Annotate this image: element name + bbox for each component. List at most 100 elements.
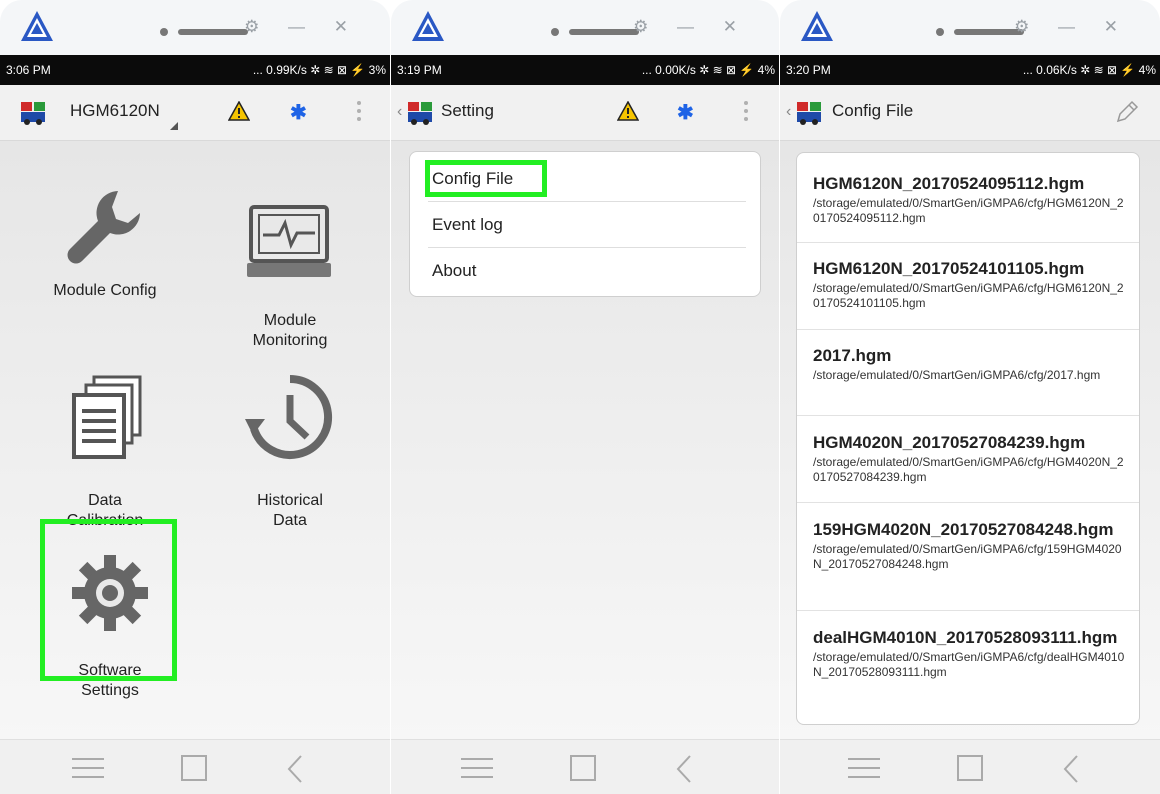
- back-chevron-icon[interactable]: ‹: [786, 103, 791, 121]
- camera-dot: [160, 28, 168, 36]
- logo-icon: [801, 11, 833, 41]
- tile-label: Historical Data: [257, 492, 323, 529]
- monitor-icon: [247, 205, 331, 277]
- app-bar: ‹ Config File: [780, 85, 1160, 141]
- home-grid: Module Config Module Monitoring Data Cal…: [0, 141, 390, 740]
- file-item[interactable]: dealHGM4010N_20170528093111.hgm /storage…: [797, 627, 1139, 680]
- phone-panel-config-file: ⚙ — ✕ 3:20 PM ... 0.06K/s ✲ ≋ ⊠ ⚡ 4% ‹ C…: [780, 0, 1160, 794]
- status-indicators: ... 0.06K/s ✲ ≋ ⊠ ⚡ 4%: [1022, 63, 1156, 77]
- file-item[interactable]: HGM6120N_20170524095112.hgm /storage/emu…: [797, 173, 1139, 226]
- screenshot-stage: ⚙ — ✕ 3:06 PM ... 0.99K/s ✲ ≋ ⊠ ⚡ 3% HGM…: [0, 0, 1160, 794]
- file-item[interactable]: HGM4020N_20170527084239.hgm /storage/emu…: [797, 432, 1139, 485]
- camera-dot: [551, 28, 559, 36]
- module-config-tile[interactable]: Module Config: [40, 183, 170, 301]
- status-indicators: ... 0.99K/s ✲ ≋ ⊠ ⚡ 3%: [252, 63, 386, 77]
- highlight-box: [40, 519, 177, 681]
- back-icon[interactable]: [1061, 754, 1081, 784]
- wrench-icon: [67, 191, 140, 264]
- divider: [797, 242, 1139, 243]
- status-time: 3:06 PM: [6, 63, 51, 77]
- window-controls[interactable]: ⚙ — ✕: [244, 17, 360, 37]
- data-calibration-tile[interactable]: Data Calibration: [40, 353, 170, 531]
- tile-label: Module Config: [53, 282, 157, 299]
- file-name: HGM6120N_20170524101105.hgm: [813, 259, 1085, 278]
- file-item[interactable]: 159HGM4020N_20170527084248.hgm /storage/…: [797, 519, 1139, 572]
- home-square-icon[interactable]: [569, 754, 597, 782]
- nav-bar: [0, 739, 390, 794]
- status-bar: 3:19 PM ... 0.00K/s ✲ ≋ ⊠ ⚡ 4%: [391, 55, 779, 85]
- generator-icon[interactable]: [796, 101, 822, 125]
- speaker-grille: [569, 29, 639, 35]
- file-path: /storage/emulated/0/SmartGen/iGMPA6/cfg/…: [813, 542, 1122, 571]
- menu-item-event-log[interactable]: Event log: [432, 202, 746, 247]
- camera-dot: [936, 28, 944, 36]
- status-bar: 3:06 PM ... 0.99K/s ✲ ≋ ⊠ ⚡ 3%: [0, 55, 390, 85]
- pencil-icon[interactable]: [1114, 99, 1140, 125]
- warning-icon[interactable]: [617, 101, 639, 121]
- home-square-icon[interactable]: [956, 754, 984, 782]
- device-selector[interactable]: HGM6120N: [70, 101, 160, 121]
- file-path: /storage/emulated/0/SmartGen/iGMPA6/cfg/…: [813, 196, 1124, 225]
- window-controls[interactable]: ⚙ — ✕: [633, 17, 749, 37]
- file-path: /storage/emulated/0/SmartGen/iGMPA6/cfg/…: [813, 455, 1124, 484]
- historical-data-tile[interactable]: Historical Data: [220, 353, 360, 531]
- app-bar: HGM6120N ✱: [0, 85, 390, 141]
- menu-icon[interactable]: [846, 754, 882, 782]
- file-list-card: HGM6120N_20170524095112.hgm /storage/emu…: [796, 152, 1140, 725]
- overflow-menu-icon[interactable]: [744, 101, 748, 125]
- file-item[interactable]: HGM6120N_20170524101105.hgm /storage/emu…: [797, 258, 1139, 311]
- menu-icon[interactable]: [70, 754, 106, 782]
- file-name: 159HGM4020N_20170527084248.hgm: [813, 520, 1114, 539]
- phone-panel-setting: ⚙ — ✕ 3:19 PM ... 0.00K/s ✲ ≋ ⊠ ⚡ 4% ‹ S…: [391, 0, 779, 794]
- file-name: 2017.hgm: [813, 346, 892, 365]
- phone-window-bar: ⚙ — ✕: [391, 0, 779, 56]
- back-icon[interactable]: [674, 754, 694, 784]
- menu-item-about[interactable]: About: [432, 248, 746, 293]
- menu-icon[interactable]: [459, 754, 495, 782]
- status-time: 3:20 PM: [786, 63, 831, 77]
- file-path: /storage/emulated/0/SmartGen/iGMPA6/cfg/…: [813, 650, 1125, 679]
- setting-list: Config File Event log About: [391, 141, 779, 740]
- divider: [797, 610, 1139, 611]
- status-time: 3:19 PM: [397, 63, 442, 77]
- app-bar: ‹ Setting ✱: [391, 85, 779, 141]
- module-monitoring-tile[interactable]: Module Monitoring: [220, 183, 360, 351]
- overflow-menu-icon[interactable]: [357, 101, 361, 125]
- nav-bar: [780, 739, 1160, 794]
- file-item[interactable]: 2017.hgm /storage/emulated/0/SmartGen/iG…: [797, 345, 1139, 383]
- status-bar: 3:20 PM ... 0.06K/s ✲ ≋ ⊠ ⚡ 4%: [780, 55, 1160, 85]
- bluetooth-icon[interactable]: ✱: [290, 100, 307, 125]
- home-square-icon[interactable]: [180, 754, 208, 782]
- tile-label: Module Monitoring: [252, 312, 328, 349]
- generator-icon[interactable]: [407, 101, 433, 125]
- bluetooth-icon[interactable]: ✱: [677, 100, 694, 125]
- warning-icon[interactable]: [228, 101, 250, 121]
- phone-window-bar: ⚙ — ✕: [0, 0, 390, 56]
- status-indicators: ... 0.00K/s ✲ ≋ ⊠ ⚡ 4%: [641, 63, 775, 77]
- back-icon[interactable]: [285, 754, 305, 784]
- file-path: /storage/emulated/0/SmartGen/iGMPA6/cfg/…: [813, 368, 1101, 382]
- page-title: Config File: [832, 101, 914, 120]
- config-file-list: HGM6120N_20170524095112.hgm /storage/emu…: [780, 141, 1160, 740]
- history-icon: [245, 375, 333, 459]
- phone-window-bar: ⚙ — ✕: [780, 0, 1160, 56]
- file-name: dealHGM4010N_20170528093111.hgm: [813, 628, 1118, 647]
- dropdown-corner-icon: [170, 122, 178, 130]
- highlight-box: [425, 160, 547, 197]
- logo-icon: [21, 11, 53, 41]
- nav-bar: [391, 739, 779, 794]
- divider: [797, 415, 1139, 416]
- window-controls[interactable]: ⚙ — ✕: [1014, 17, 1130, 37]
- page-title: Setting: [441, 101, 494, 120]
- generator-icon: [21, 102, 45, 125]
- divider: [797, 329, 1139, 330]
- phone-panel-home: ⚙ — ✕ 3:06 PM ... 0.99K/s ✲ ≋ ⊠ ⚡ 3% HGM…: [0, 0, 390, 794]
- file-path: /storage/emulated/0/SmartGen/iGMPA6/cfg/…: [813, 281, 1124, 310]
- logo-icon: [412, 11, 444, 41]
- file-name: HGM6120N_20170524095112.hgm: [813, 174, 1085, 193]
- speaker-grille: [178, 29, 248, 35]
- documents-icon: [72, 375, 142, 459]
- file-name: HGM4020N_20170527084239.hgm: [813, 433, 1086, 452]
- divider: [797, 502, 1139, 503]
- back-chevron-icon[interactable]: ‹: [397, 103, 402, 121]
